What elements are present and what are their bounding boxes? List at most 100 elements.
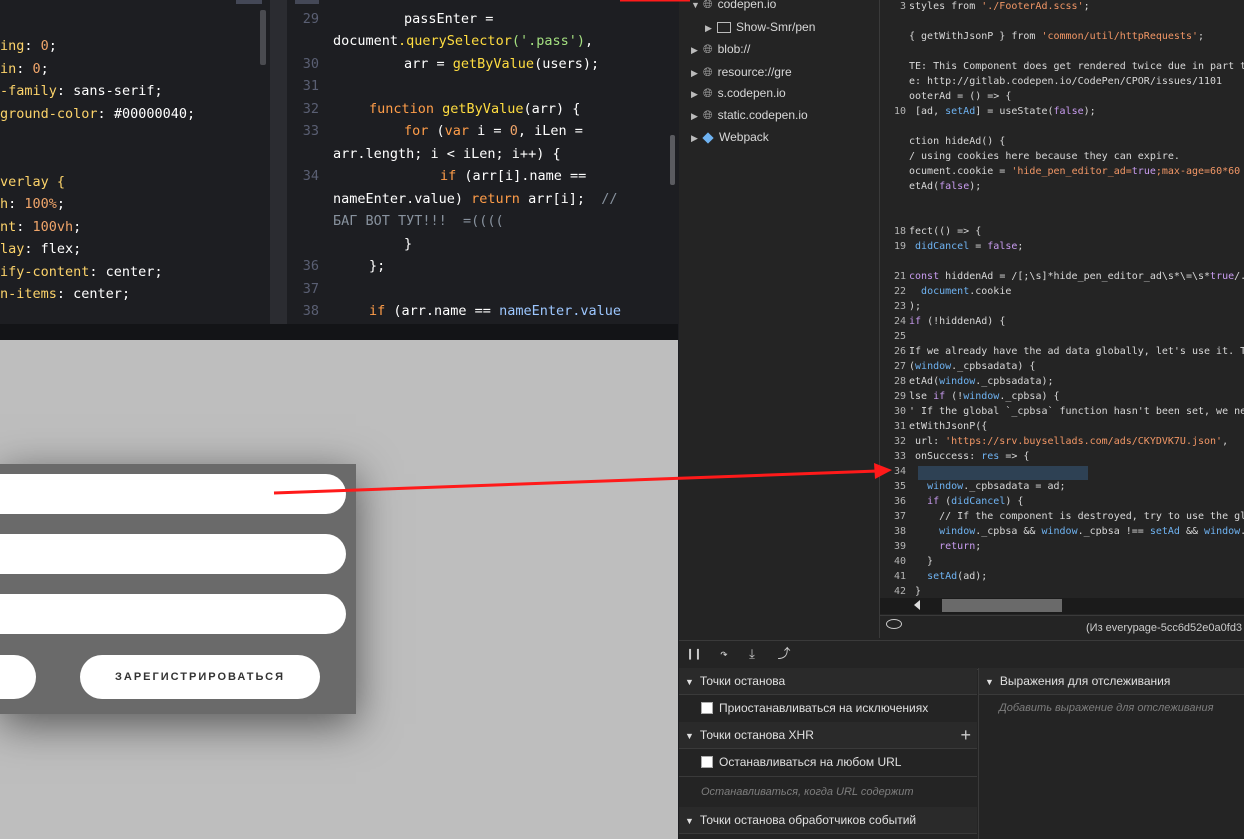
line-number[interactable]: 23 xyxy=(880,301,906,312)
code-line: verlay { xyxy=(0,174,66,190)
editor-settings-button[interactable] xyxy=(236,0,262,4)
event-listener-breakpoints-section[interactable]: ▼ Точки останова обработчиков событий xyxy=(679,807,977,834)
chevron-right-icon: ▶ xyxy=(691,133,698,143)
code-line: document.querySelector('.pass'), xyxy=(333,33,594,49)
globe-icon: 🌐︎ xyxy=(703,42,713,56)
checkbox[interactable] xyxy=(701,701,713,714)
line-number[interactable]: 27 xyxy=(880,361,906,372)
source-line: ction hideAd() { xyxy=(909,136,1006,147)
css-editor[interactable]: ing: 0; in: 0; -family: sans-serif; grou… xyxy=(0,0,270,324)
source-viewer[interactable]: 3 styles from './FooterAd.scss'; { getWith… xyxy=(880,0,1244,614)
code-line: } xyxy=(404,236,413,252)
line-number[interactable]: 25 xyxy=(880,331,906,342)
line-number[interactable]: 30 xyxy=(880,406,906,417)
line-number[interactable]: 31 xyxy=(880,421,906,432)
line-number[interactable]: 40 xyxy=(880,556,906,567)
break-any-url-option[interactable]: Останавливаться на любом URL xyxy=(679,748,977,777)
source-line: lse if (!window._cpbsa) { xyxy=(909,391,1060,402)
line-number[interactable]: 35 xyxy=(880,481,906,492)
add-watch-hint[interactable]: Добавить выражение для отслеживания xyxy=(999,702,1214,714)
register-button[interactable]: ЗАРЕГИСТРИРОВАТЬСЯ xyxy=(80,655,320,699)
url-filter-hint[interactable]: Останавливаться, когда URL содержит xyxy=(701,786,914,798)
tree-item-static[interactable]: ▶ 🌐︎ static.codepen.io xyxy=(691,108,808,123)
tree-item-pen[interactable]: ▶ Show-Smr/pen xyxy=(705,20,815,34)
js-scrollbar[interactable] xyxy=(670,135,675,185)
email-input[interactable] xyxy=(0,534,346,574)
source-line: If we already have the ad data globally,… xyxy=(909,346,1244,357)
js-editor[interactable]: 29 passEnter = document.querySelector('.… xyxy=(287,0,678,324)
line-number[interactable]: 34 xyxy=(880,466,906,477)
source-line: ); xyxy=(909,301,922,312)
source-line: const hiddenAd = /[;\s]*hide_pen_editor_… xyxy=(909,271,1244,282)
breakpoints-section[interactable]: ▼ Точки останова xyxy=(679,668,977,695)
tree-item-codepen[interactable]: ▼ 🌐︎ codepen.io xyxy=(691,0,776,12)
line-number[interactable]: 37 xyxy=(880,511,906,522)
line-number[interactable]: 26 xyxy=(880,346,906,357)
line-number: 29 xyxy=(302,11,319,27)
chevron-down-icon: ▼ xyxy=(685,816,694,826)
pane-resizer[interactable] xyxy=(270,0,287,324)
checkbox[interactable] xyxy=(701,755,713,768)
source-line: styles from './FooterAd.scss'; xyxy=(909,1,1090,12)
line-number[interactable]: 18 xyxy=(880,226,906,237)
source-line: (window._cpbsadata) { xyxy=(909,361,1036,372)
line-number[interactable]: 38 xyxy=(880,526,906,537)
step-out-icon[interactable]: ⤴ xyxy=(775,646,793,664)
source-line: { getWithJsonP } from 'common/util/httpR… xyxy=(909,31,1205,42)
pause-icon[interactable]: ❙❙ xyxy=(685,646,703,664)
source-line: fect(() => { xyxy=(909,226,982,237)
name-input[interactable] xyxy=(0,474,346,514)
add-icon[interactable]: + xyxy=(960,722,971,748)
source-line: return; xyxy=(939,541,982,552)
editor-settings-button[interactable] xyxy=(295,0,319,4)
line-number[interactable]: 29 xyxy=(880,391,906,402)
folder-icon xyxy=(717,22,731,34)
chevron-right-icon: ▶ xyxy=(691,111,698,121)
pause-exceptions-option[interactable]: Приостанавливаться на исключениях xyxy=(679,694,977,723)
scrollbar-thumb[interactable] xyxy=(942,599,1062,612)
debugger-toolbar: ❙❙ ↷ ⤓ ⤴ xyxy=(679,640,1244,670)
line-number[interactable]: 36 xyxy=(880,496,906,507)
step-into-icon[interactable]: ⤓ xyxy=(743,646,761,664)
xhr-breakpoints-section[interactable]: ▼ Точки останова XHR + xyxy=(679,722,977,749)
source-line: } xyxy=(909,556,934,567)
tree-item-blob[interactable]: ▶ 🌐︎ blob:// xyxy=(691,42,750,57)
line-number[interactable]: 32 xyxy=(880,436,906,447)
source-line: url: 'https://srv.buysellads.com/ads/CKY… xyxy=(909,436,1229,447)
chevron-down-icon: ▼ xyxy=(985,677,994,687)
code-line: function getByValue(arr) { xyxy=(369,101,581,117)
css-scrollbar[interactable] xyxy=(260,10,266,65)
step-over-icon[interactable]: ↷ xyxy=(715,646,733,664)
horizontal-scrollbar[interactable] xyxy=(880,598,1244,614)
line-number[interactable]: 42 xyxy=(880,586,906,597)
source-line: / using cookies here because they can ex… xyxy=(909,151,1180,162)
editor-resizer[interactable] xyxy=(0,324,678,340)
line-number[interactable]: 21 xyxy=(880,271,906,282)
line-number[interactable]: 33 xyxy=(880,451,906,462)
chevron-right-icon: ▶ xyxy=(691,89,698,99)
source-line: if (didCancel) { xyxy=(927,496,1024,507)
sources-tree: ▼ 🌐︎ codepen.io ▶ Show-Smr/pen ▶ 🌐︎ blob:// ▶… xyxy=(679,0,880,638)
code-line: -family: sans-serif; xyxy=(0,83,163,99)
code-line: nt: 100vh; xyxy=(0,219,82,235)
watch-section[interactable]: ▼ Выражения для отслеживания xyxy=(979,668,1244,695)
line-number[interactable]: 28 xyxy=(880,376,906,387)
password-input[interactable] xyxy=(0,594,346,634)
scroll-left-icon[interactable] xyxy=(914,600,920,610)
eye-icon[interactable] xyxy=(886,619,902,629)
tree-item-webpack[interactable]: ▶ Webpack xyxy=(691,130,769,144)
line-number[interactable]: 22 xyxy=(880,286,906,297)
globe-icon: 🌐︎ xyxy=(703,108,713,122)
line-number[interactable]: 41 xyxy=(880,571,906,582)
tree-item-s-codepen[interactable]: ▶ 🌐︎ s.codepen.io xyxy=(691,86,786,101)
webpack-icon xyxy=(702,132,714,144)
source-line: setAd(ad); xyxy=(927,571,988,582)
line-number[interactable]: 39 xyxy=(880,541,906,552)
line-number[interactable]: 10 xyxy=(880,106,906,117)
tree-item-resource[interactable]: ▶ 🌐︎ resource://gre xyxy=(691,65,792,80)
code-line: passEnter = xyxy=(404,11,494,27)
line-number[interactable]: 19 xyxy=(880,241,906,252)
code-line: ing: 0; xyxy=(0,38,57,54)
line-number[interactable]: 3 xyxy=(880,1,906,12)
line-number[interactable]: 24 xyxy=(880,316,906,327)
